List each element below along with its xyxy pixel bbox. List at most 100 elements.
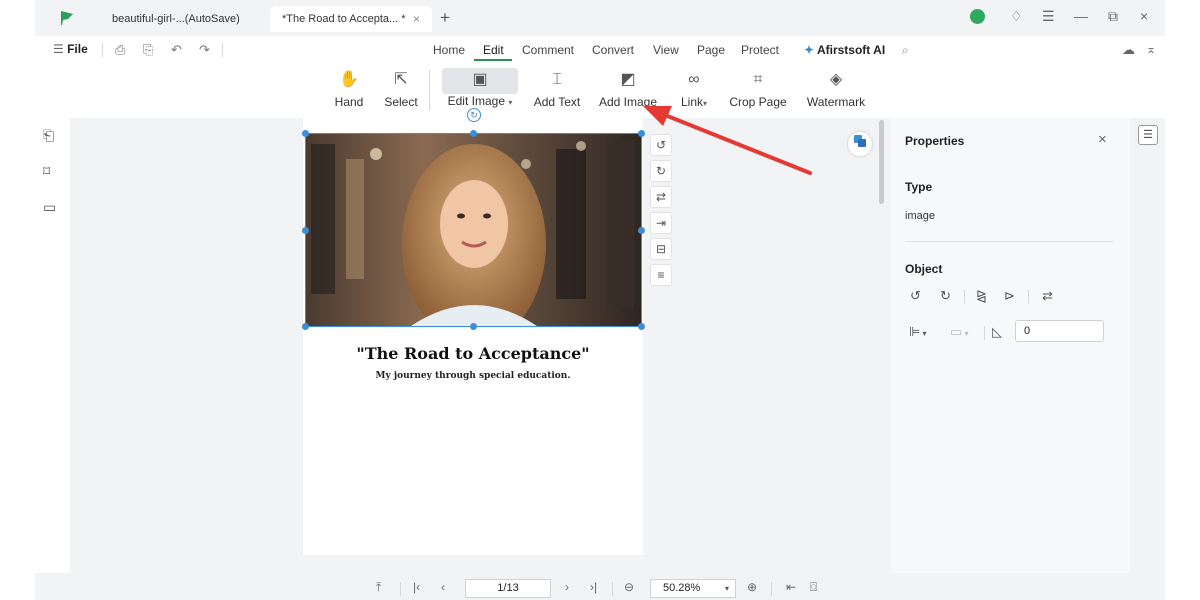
add-image-button[interactable]: ◩ Add Image xyxy=(598,68,658,114)
flip-vertical-icon[interactable]: ⊳ xyxy=(1004,288,1015,304)
app-logo-icon xyxy=(61,11,73,25)
restore-button[interactable]: ⧉ xyxy=(1108,8,1118,25)
resize-handle[interactable] xyxy=(470,130,477,137)
notification-bell-icon[interactable]: ♢ xyxy=(1010,8,1023,25)
image-selection-frame xyxy=(305,133,642,327)
align-left-icon[interactable]: ⊫ ▾ xyxy=(909,324,927,340)
save-icon[interactable]: ⎙ xyxy=(115,42,125,58)
rotate-right-icon[interactable]: ↻ xyxy=(940,288,951,304)
vertical-scrollbar[interactable] xyxy=(879,120,884,204)
tool-label: Link▾ xyxy=(680,95,708,109)
replace-image-icon[interactable]: ⇄ xyxy=(1042,288,1053,304)
comment-panel-icon[interactable]: ▭ xyxy=(43,199,56,216)
rotate-left-icon[interactable]: ↺ xyxy=(910,288,921,304)
select-tool-button[interactable]: ⇱ Select xyxy=(381,68,421,114)
collapse-ribbon-icon[interactable]: ⌅ xyxy=(1146,42,1156,56)
redo-icon[interactable]: ↷ xyxy=(199,42,210,58)
menu-edit[interactable]: Edit xyxy=(483,43,504,57)
tool-label: Add Image xyxy=(598,95,658,109)
distribute-icon[interactable]: ≡ xyxy=(650,264,672,286)
replace-image-icon[interactable]: ⇄ xyxy=(650,186,672,208)
crop-page-button[interactable]: ⌗ Crop Page xyxy=(729,68,787,114)
fit-page-icon[interactable]: ⌼ xyxy=(810,580,817,595)
translate-icon[interactable] xyxy=(848,132,872,156)
flip-horizontal-icon[interactable]: ⧎ xyxy=(976,288,987,304)
resize-handle[interactable] xyxy=(638,323,645,330)
edit-image-button[interactable]: ▣ xyxy=(442,68,518,94)
status-bar xyxy=(35,573,1165,600)
cloud-icon[interactable]: ☁ xyxy=(1122,42,1135,58)
align-center-icon[interactable]: ⊟ xyxy=(650,238,672,260)
resize-handle[interactable] xyxy=(470,323,477,330)
minimize-button[interactable]: — xyxy=(1074,8,1088,24)
divider xyxy=(984,326,985,340)
rotate-right-icon[interactable]: ↻ xyxy=(650,160,672,182)
edit-image-dropdown[interactable]: Edit Image ▾ xyxy=(440,94,520,112)
image-floating-toolbar: ↺ ↻ ⇄ ⇥ ⊟ ≡ xyxy=(650,134,674,292)
hamburger-menu-icon[interactable]: ☰ xyxy=(1042,8,1055,25)
add-text-button[interactable]: ⌶ Add Text xyxy=(532,68,582,114)
divider xyxy=(102,43,103,57)
type-value: image xyxy=(905,210,935,222)
rotate-left-icon[interactable]: ↺ xyxy=(650,134,672,156)
menu-comment[interactable]: Comment xyxy=(522,43,574,57)
hand-tool-button[interactable]: ✋ Hand xyxy=(331,68,367,114)
menu-afirstsoft-ai[interactable]: ✦ Afirstsoft AI xyxy=(804,43,885,57)
close-panel-icon[interactable]: × xyxy=(1098,131,1107,148)
tab-autosave[interactable]: beautiful-girl-...(AutoSave) xyxy=(100,6,265,32)
rotate-handle-icon[interactable]: ↻ xyxy=(467,108,481,122)
close-window-button[interactable]: × xyxy=(1140,8,1148,24)
resize-handle[interactable] xyxy=(302,130,309,137)
bookmark-icon[interactable]: ⌑ xyxy=(43,163,50,180)
opacity-input[interactable]: 0 xyxy=(1015,320,1104,342)
page-number-input[interactable]: 1/13 xyxy=(465,579,551,598)
ai-sparkle-icon: ✦ xyxy=(804,43,817,57)
thumbnail-panel-icon[interactable]: ⎗ xyxy=(43,127,54,144)
document-title[interactable]: "The Road to Acceptance" xyxy=(303,344,643,363)
fit-width-icon[interactable]: ⇤ xyxy=(786,580,796,594)
extract-image-icon[interactable]: ⇥ xyxy=(650,212,672,234)
first-page-icon[interactable]: ⤒ xyxy=(376,580,381,595)
divider xyxy=(905,241,1113,242)
add-image-icon: ◩ xyxy=(620,71,636,88)
resize-handle[interactable] xyxy=(638,227,645,234)
distribute-icon[interactable]: ▭ ▾ xyxy=(950,324,969,340)
resize-handle[interactable] xyxy=(302,227,309,234)
properties-toggle-icon[interactable]: ☰ xyxy=(1138,125,1158,145)
file-menu-button[interactable]: ☰ File xyxy=(53,42,88,56)
active-menu-indicator xyxy=(474,59,512,61)
undo-icon[interactable]: ↶ xyxy=(171,42,182,58)
tool-label: Select xyxy=(384,95,418,109)
last-page-icon[interactable]: ›| xyxy=(590,580,597,594)
right-sidebar xyxy=(1130,118,1165,573)
link-button[interactable]: ∞ Link▾ xyxy=(677,68,711,114)
zoom-in-icon[interactable]: ⊕ xyxy=(747,580,757,594)
menu-view[interactable]: View xyxy=(653,43,679,57)
menu-page[interactable]: Page xyxy=(697,43,725,57)
opacity-icon: ◺ xyxy=(992,324,1002,339)
zoom-select[interactable]: 50.28% ▾ xyxy=(650,579,736,598)
next-page-icon[interactable]: › xyxy=(565,580,569,594)
search-icon[interactable]: ⌕ xyxy=(902,43,909,58)
tab-close-icon[interactable]: × xyxy=(413,6,420,32)
previous-page-start-icon[interactable]: |‹ xyxy=(413,580,420,594)
document-subtitle[interactable]: My journey through special education. xyxy=(303,371,643,381)
print-icon[interactable]: ⎘ xyxy=(143,42,153,58)
new-tab-button[interactable]: + xyxy=(440,8,450,28)
resize-handle[interactable] xyxy=(638,130,645,137)
user-avatar[interactable] xyxy=(970,9,985,24)
tab-active-document[interactable]: *The Road to Accepta... * × xyxy=(270,6,432,32)
menu-home[interactable]: Home xyxy=(433,43,465,57)
menu-protect[interactable]: Protect xyxy=(741,43,779,57)
watermark-button[interactable]: ◈ Watermark xyxy=(806,68,866,114)
type-heading: Type xyxy=(905,180,933,194)
tab-label: *The Road to Accepta... * xyxy=(282,13,406,25)
menu-convert[interactable]: Convert xyxy=(592,43,634,57)
zoom-out-icon[interactable]: ⊖ xyxy=(624,580,634,594)
previous-page-icon[interactable]: ‹ xyxy=(441,580,445,594)
tab-label: beautiful-girl-...(AutoSave) xyxy=(112,13,240,25)
resize-handle[interactable] xyxy=(302,323,309,330)
chevron-down-icon: ▾ xyxy=(508,98,513,107)
object-heading: Object xyxy=(905,262,943,276)
left-sidebar xyxy=(35,118,70,573)
